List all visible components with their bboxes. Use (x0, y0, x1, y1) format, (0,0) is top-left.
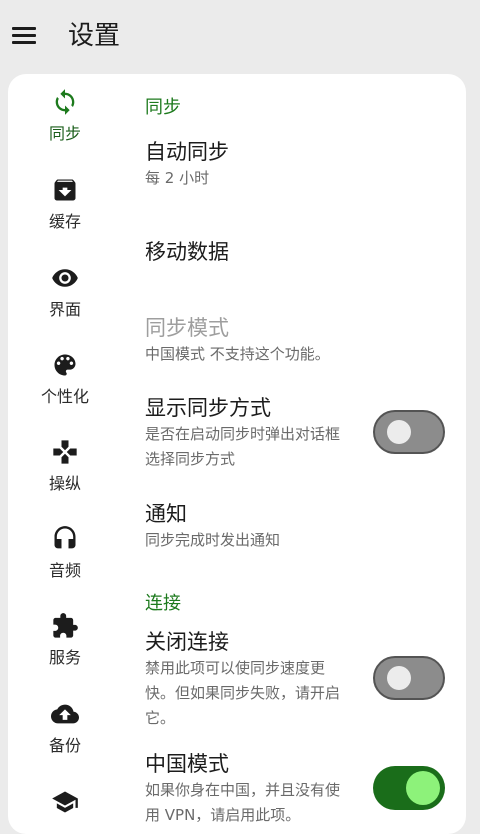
switch-thumb (387, 666, 411, 690)
sync-mode-pref: 同步模式 中国模式 不支持这个功能。 (137, 306, 457, 370)
sidebar-item-backup[interactable]: 备份 (8, 700, 122, 784)
palette-icon (51, 351, 79, 379)
sidebar-item-controls[interactable]: 操纵 (8, 438, 122, 522)
sidebar-item-personalization[interactable]: 个性化 (8, 351, 122, 435)
sidebar-item-audio[interactable]: 音频 (8, 525, 122, 609)
auto-sync-pref[interactable]: 自动同步 每 2 小时 (137, 132, 457, 212)
pref-title: 中国模式 (145, 752, 229, 776)
sidebar-item-interface[interactable]: 界面 (8, 264, 122, 348)
extension-icon (51, 612, 79, 640)
sidebar-item-sync[interactable]: 同步 (8, 88, 122, 172)
page-title: 设置 (68, 21, 121, 51)
menu-icon[interactable] (8, 18, 40, 52)
gamepad-icon (51, 438, 79, 466)
pref-summary: 禁用此项可以使同步速度更快。但如果同步失败，请开启它。 (145, 659, 341, 727)
sidebar-item-label: 备份 (48, 736, 81, 755)
sidebar-item-label: 操纵 (48, 474, 81, 493)
pref-title: 通知 (145, 502, 187, 526)
close-connection-switch[interactable] (373, 656, 445, 700)
sidebar-item-tutorial[interactable] (8, 788, 122, 834)
sidebar-item-label: 缓存 (48, 212, 81, 231)
china-mode-switch[interactable] (373, 766, 445, 810)
eye-icon (51, 264, 79, 292)
settings-card: 同步 缓存 界面 个性化 操纵 音频 服务 备份 同步 自动同步 每 2 小时 … (8, 74, 466, 834)
archive-icon (51, 176, 79, 204)
cloud-upload-icon (51, 700, 79, 728)
sidebar-item-label: 服务 (48, 648, 81, 667)
pref-title: 同步模式 (145, 316, 229, 340)
section-title-connection: 连接 (145, 593, 181, 614)
sidebar-item-label: 个性化 (40, 387, 89, 406)
mobile-data-pref[interactable]: 移动数据 (137, 224, 457, 284)
show-sync-method-switch[interactable] (373, 410, 445, 454)
school-icon (51, 788, 79, 816)
headphones-icon (51, 525, 79, 553)
sidebar-item-label: 界面 (48, 300, 81, 319)
sync-icon (51, 88, 79, 116)
pref-summary: 中国模式 不支持这个功能。 (145, 345, 330, 363)
pref-title: 移动数据 (145, 240, 229, 264)
sidebar-item-label: 音频 (48, 561, 81, 580)
pref-summary: 同步完成时发出通知 (145, 531, 281, 549)
sidebar-item-label: 同步 (48, 124, 81, 143)
pref-title: 显示同步方式 (145, 396, 271, 420)
section-title-sync: 同步 (145, 97, 181, 118)
switch-thumb (406, 771, 440, 805)
pref-summary: 是否在启动同步时弹出对话框选择同步方式 (145, 425, 341, 468)
top-app-bar: 设置 (0, 0, 480, 72)
pref-summary: 每 2 小时 (145, 169, 210, 187)
switch-thumb (387, 420, 411, 444)
pref-title: 关闭连接 (145, 630, 229, 654)
notification-pref[interactable]: 通知 同步完成时发出通知 (137, 494, 457, 558)
sidebar-item-cache[interactable]: 缓存 (8, 176, 122, 260)
pref-title: 自动同步 (145, 140, 229, 164)
sidebar-item-services[interactable]: 服务 (8, 612, 122, 696)
